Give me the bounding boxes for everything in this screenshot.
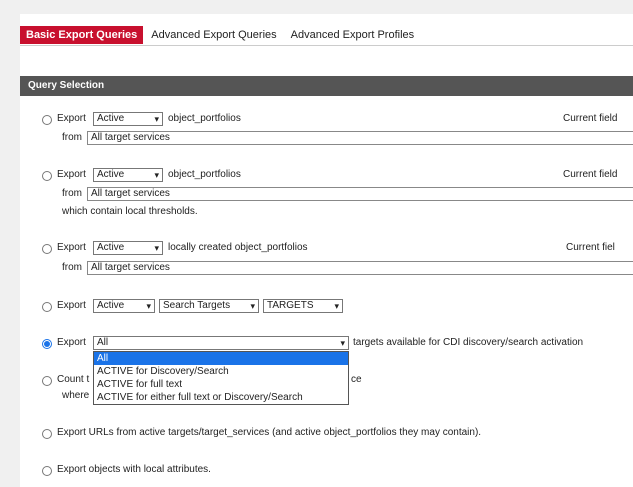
radio-query-3[interactable] bbox=[42, 244, 52, 254]
q2-object-label: object_portfolios bbox=[168, 169, 241, 180]
q3-target-field[interactable]: All target services bbox=[87, 261, 633, 275]
tab-divider bbox=[20, 45, 633, 46]
chevron-down-icon: ▾ bbox=[154, 170, 159, 180]
q6-count-suffix: ce bbox=[351, 374, 362, 385]
q4-type-value: Search Targets bbox=[163, 300, 231, 311]
q3-from-label: from bbox=[62, 262, 82, 273]
q2-export-label: Export bbox=[57, 169, 86, 180]
q6-count-label: Count t bbox=[57, 374, 90, 385]
q3-export-label: Export bbox=[57, 242, 86, 253]
q5-suffix-label: targets available for CDI discovery/sear… bbox=[353, 337, 584, 348]
chevron-down-icon: ▾ bbox=[146, 301, 151, 311]
q4-scope-value: TARGETS bbox=[267, 300, 314, 311]
q1-current-field-label: Current field bbox=[563, 113, 618, 124]
q1-status-value: Active bbox=[97, 113, 125, 124]
q2-target-field[interactable]: All target services bbox=[87, 187, 633, 201]
q1-from-label: from bbox=[62, 132, 82, 143]
q8-label: Export objects with local attributes. bbox=[57, 464, 211, 475]
q5-dropdown-list: All ACTIVE for Discovery/Search ACTIVE f… bbox=[93, 351, 349, 405]
q2-from-label: from bbox=[62, 188, 82, 199]
q5-export-label: Export bbox=[57, 337, 86, 348]
q1-export-label: Export bbox=[57, 113, 86, 124]
radio-query-2[interactable] bbox=[42, 171, 52, 181]
section-header: Query Selection bbox=[20, 76, 633, 96]
dropdown-option-active-either[interactable]: ACTIVE for either full text or Discovery… bbox=[94, 391, 348, 404]
tab-advanced-export-profiles[interactable]: Advanced Export Profiles bbox=[285, 26, 421, 44]
dropdown-option-all[interactable]: All bbox=[94, 352, 348, 365]
radio-query-4[interactable] bbox=[42, 302, 52, 312]
q4-status-value: Active bbox=[97, 300, 125, 311]
q5-target-value: All bbox=[97, 337, 109, 348]
q2-status-select[interactable]: Active ▾ bbox=[93, 168, 163, 182]
q1-status-select[interactable]: Active ▾ bbox=[93, 112, 163, 126]
q3-status-select[interactable]: Active ▾ bbox=[93, 241, 163, 255]
radio-query-1[interactable] bbox=[42, 115, 52, 125]
tab-bar: Basic Export Queries Advanced Export Que… bbox=[20, 26, 422, 44]
radio-query-8[interactable] bbox=[42, 466, 52, 476]
q2-status-value: Active bbox=[97, 169, 125, 180]
chevron-down-icon: ▾ bbox=[340, 338, 345, 348]
q4-type-select[interactable]: Search Targets ▾ bbox=[159, 299, 259, 313]
q3-status-value: Active bbox=[97, 242, 125, 253]
radio-query-6[interactable] bbox=[42, 376, 52, 386]
chevron-down-icon: ▾ bbox=[250, 301, 255, 311]
chevron-down-icon: ▾ bbox=[154, 114, 159, 124]
q4-scope-select[interactable]: TARGETS ▾ bbox=[263, 299, 343, 313]
radio-query-7[interactable] bbox=[42, 429, 52, 439]
q1-target-field[interactable]: All target services bbox=[87, 131, 633, 145]
q5-target-select[interactable]: All ▾ bbox=[93, 336, 349, 350]
tab-advanced-export-queries[interactable]: Advanced Export Queries bbox=[145, 26, 282, 44]
tab-basic-export-queries[interactable]: Basic Export Queries bbox=[20, 26, 144, 44]
q4-status-select[interactable]: Active ▾ bbox=[93, 299, 155, 313]
q3-object-label: locally created object_portfolios bbox=[168, 242, 308, 253]
q2-current-field-label: Current field bbox=[563, 169, 618, 180]
chevron-down-icon: ▾ bbox=[154, 243, 159, 253]
q6-where-label: where bbox=[62, 390, 90, 401]
radio-query-5[interactable] bbox=[42, 339, 52, 349]
dropdown-option-active-discovery[interactable]: ACTIVE for Discovery/Search bbox=[94, 365, 348, 378]
q3-current-field-label: Current fiel bbox=[566, 242, 615, 253]
q4-export-label: Export bbox=[57, 300, 86, 311]
q7-label: Export URLs from active targets/target_s… bbox=[57, 427, 482, 438]
dropdown-option-active-full-text[interactable]: ACTIVE for full text bbox=[94, 378, 348, 391]
q2-note: which contain local thresholds. bbox=[62, 206, 198, 217]
q1-object-label: object_portfolios bbox=[168, 113, 241, 124]
chevron-down-icon: ▾ bbox=[334, 301, 339, 311]
